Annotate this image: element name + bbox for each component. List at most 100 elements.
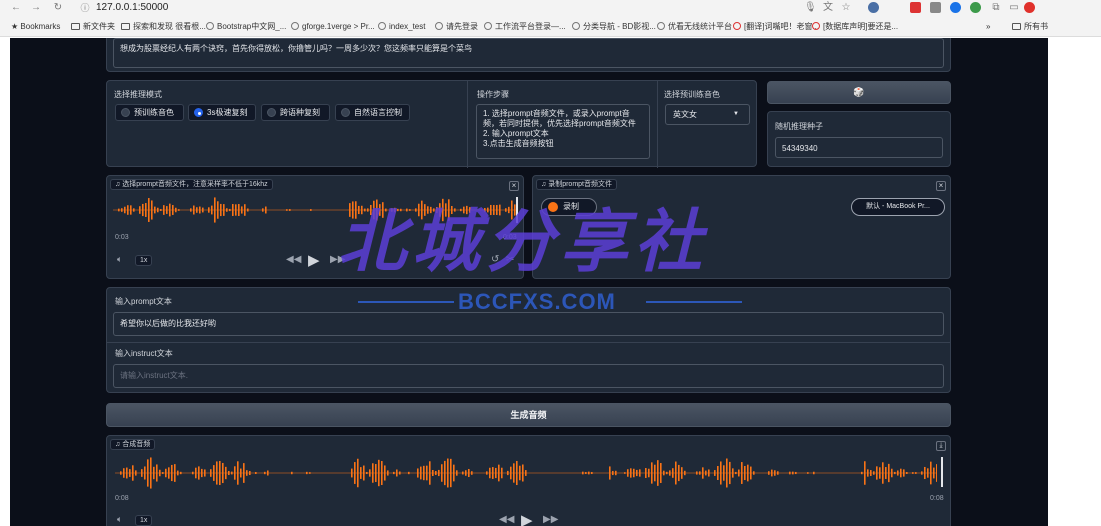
globe-icon	[484, 22, 492, 30]
waveform-bar	[190, 208, 192, 212]
waveform-bar	[624, 472, 626, 474]
tts-text-input[interactable]: 想成为股票经纪人有两个诀窍，首先你得放松，你撸管儿吗？一周多少次？您这频率只能算…	[113, 38, 944, 68]
bookmarks-item[interactable]: [数据库声明]要还是...	[812, 21, 898, 33]
back-icon[interactable]: ←	[10, 2, 22, 14]
play-icon[interactable]: ▶	[521, 511, 533, 526]
extension-icon[interactable]	[868, 2, 879, 13]
waveform-bar	[387, 470, 389, 476]
waveform-bar	[396, 469, 398, 477]
waveform-bar	[124, 206, 126, 214]
playback-speed-button[interactable]: 1x	[135, 255, 153, 266]
fast-forward-icon[interactable]: ▶▶	[543, 514, 558, 525]
steps-line: 3.点击生成音频按钮	[483, 139, 554, 148]
translate-icon[interactable]: 文	[822, 2, 834, 14]
waveform-bar	[126, 467, 128, 479]
bookmark-star-icon[interactable]: ☆	[840, 2, 852, 14]
rewind-icon[interactable]: ◀◀	[286, 254, 301, 265]
bookmarks-item[interactable]: index_test	[378, 21, 425, 33]
waveform-bar	[585, 472, 587, 474]
waveform-bar	[139, 206, 141, 214]
address-bar[interactable]: 127.0.0.1:50000	[96, 2, 168, 13]
waveform-bar	[172, 205, 174, 215]
waveform-bar	[726, 458, 728, 488]
waveform-bar	[225, 466, 227, 480]
reload-icon[interactable]: ↻	[52, 2, 64, 14]
prompt-text-input[interactable]: 希望你以后做的比我还好哟	[113, 312, 944, 336]
rewind-icon[interactable]: ◀◀	[499, 514, 514, 525]
waveform-bar	[286, 209, 288, 211]
microphone-icon[interactable]: 🎙	[804, 2, 817, 14]
puzzle-icon[interactable]: ⧉	[990, 2, 1002, 14]
radio-dot	[121, 108, 130, 117]
generate-audio-button[interactable]: 生成音频	[106, 403, 951, 427]
waveform-bar	[157, 207, 159, 213]
waveform-bar	[501, 467, 503, 479]
all-bookmarks[interactable]: 所有书	[1012, 21, 1048, 33]
forward-icon[interactable]: →	[30, 2, 42, 14]
voice-select[interactable]: 英文女 ▼	[665, 104, 750, 125]
playback-speed-button[interactable]: 1x	[135, 515, 153, 526]
volume-icon[interactable]: 🔈︎	[117, 514, 122, 525]
waveform-bar	[906, 472, 908, 474]
folder-icon	[71, 23, 80, 30]
bookmarks-item[interactable]: ★ Bookmarks	[11, 21, 60, 33]
mode-option-pretrained[interactable]: 预训练音色	[115, 104, 184, 121]
bookmarks-item[interactable]: 优看无线统计平台	[657, 21, 732, 33]
close-icon[interactable]: ×	[936, 181, 946, 191]
waveform-bar	[870, 470, 872, 476]
waveform-bar	[681, 467, 683, 479]
avatar[interactable]	[1024, 2, 1035, 13]
waveform-bar	[747, 464, 749, 482]
waveform-bar	[591, 471, 593, 475]
extension-icon[interactable]	[970, 2, 981, 13]
bookmarks-item[interactable]: [翻译]词嘴吧！老窗...	[733, 21, 819, 33]
instruct-text-input[interactable]: 请输入instruct文本.	[113, 364, 944, 388]
time-end: 0:08	[930, 495, 944, 502]
bookmarks-more[interactable]: »	[986, 21, 990, 33]
waveform-bar	[705, 470, 707, 476]
extension-icon[interactable]	[950, 2, 961, 13]
output-waveform[interactable]	[115, 455, 937, 491]
bookmarks-item[interactable]: gforge.1verge > Pr...	[291, 21, 375, 33]
time-start: 0:03	[115, 234, 129, 241]
bookmarks-item[interactable]: 新文件夹	[71, 21, 115, 33]
mode-option-instruct[interactable]: 自然语言控制	[335, 104, 410, 121]
bookmarks-item[interactable]: Bootstrap中文网_...	[206, 21, 286, 33]
download-icon[interactable]: ⤓	[936, 441, 946, 451]
radio-dot	[267, 108, 276, 117]
sidebar-icon[interactable]: ▭	[1008, 2, 1020, 14]
input-device-select[interactable]: 默认 - MacBook Pr...	[851, 198, 945, 216]
divider	[467, 81, 468, 168]
extension-icon[interactable]	[910, 2, 921, 13]
play-icon[interactable]: ▶	[308, 251, 320, 269]
mode-option-3s-clone[interactable]: 3s极速复刻	[188, 104, 256, 121]
waveform-bar	[228, 470, 230, 476]
info-icon[interactable]: ⓘ	[79, 2, 91, 14]
steps-textarea[interactable]: 1. 选择prompt音频文件，或录入prompt音 频，若同时提供，优先选择p…	[476, 104, 650, 159]
bookmarks-item[interactable]: 工作流平台登录—...	[484, 21, 566, 33]
bookmarks-item[interactable]: 探索和发现 很看根...	[121, 21, 206, 33]
mode-option-cross-lingual[interactable]: 跨语种复刻	[261, 104, 330, 121]
waveform-bar	[216, 461, 218, 485]
globe-icon	[378, 22, 386, 30]
waveform-bar	[639, 469, 641, 477]
bookmarks-item[interactable]: 请先登录	[435, 21, 478, 33]
playhead[interactable]	[941, 457, 943, 487]
generate-label: 生成音频	[510, 410, 547, 420]
waveform-bar	[160, 209, 162, 211]
waveform-bar	[238, 204, 240, 216]
waveform-bar	[633, 468, 635, 478]
radio-label: 自然语言控制	[354, 108, 402, 117]
waveform-bar	[636, 469, 638, 477]
waveform-bar	[366, 471, 368, 475]
seed-input[interactable]: 54349340	[775, 137, 943, 158]
waveform-bar	[630, 468, 632, 478]
extension-icon[interactable]	[930, 2, 941, 13]
waveform-bar	[888, 463, 890, 483]
bookmarks-item[interactable]: 分类导航 - BD影视...	[572, 21, 656, 33]
random-seed-button[interactable]: 🎲	[767, 81, 951, 104]
globe-icon	[206, 22, 214, 30]
voice-selected: 英文女	[673, 110, 697, 119]
voice-label: 选择预训练音色	[664, 90, 720, 99]
volume-icon[interactable]: 🔈︎	[117, 254, 122, 265]
